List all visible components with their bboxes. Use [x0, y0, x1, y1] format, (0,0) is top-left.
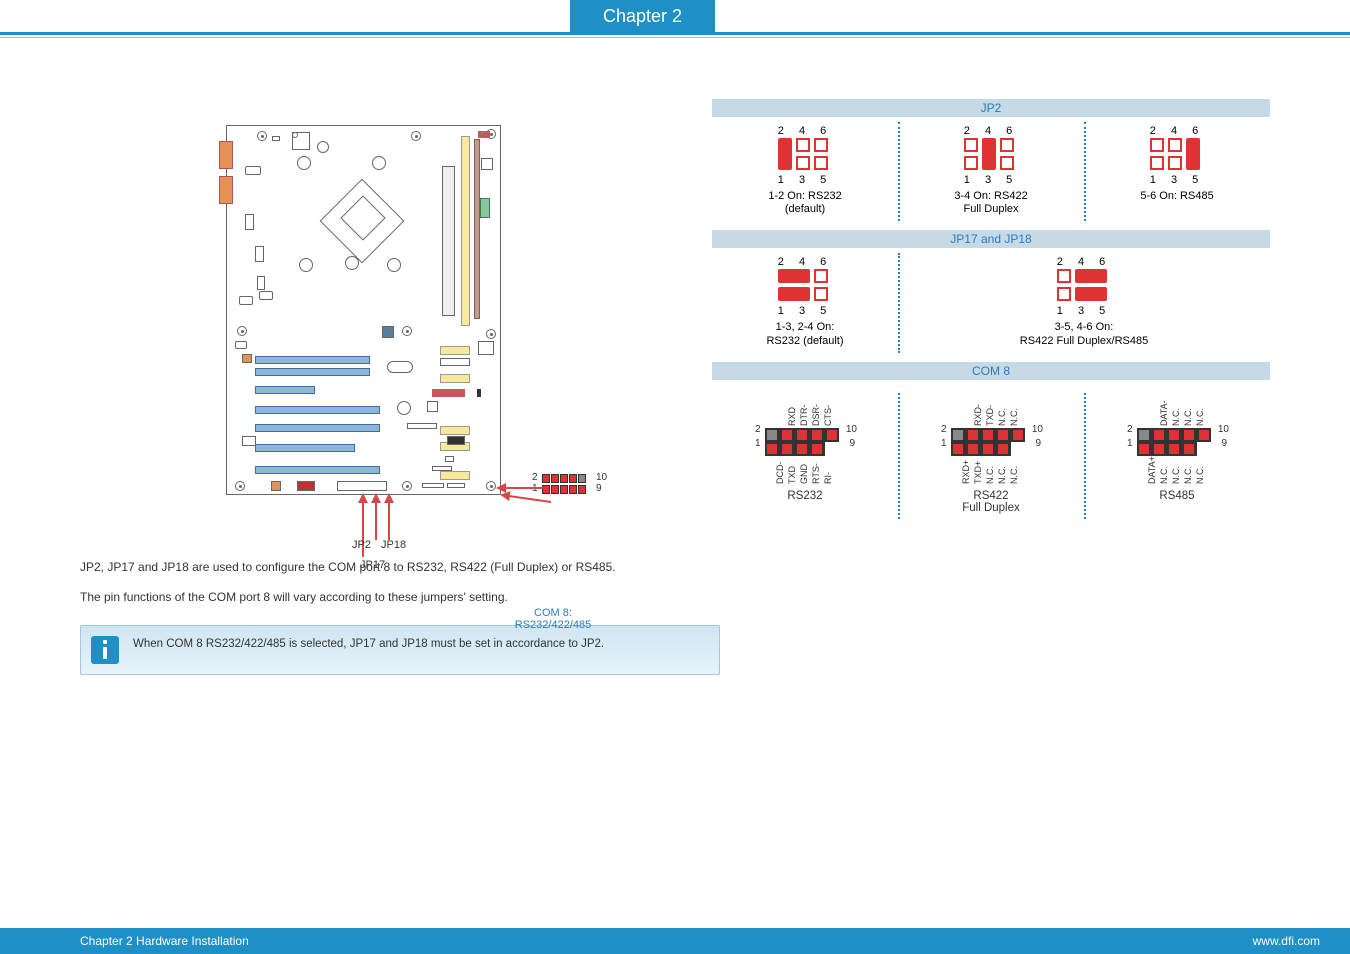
footer-right: www.dfi.com [1253, 934, 1320, 948]
jp2-panel-header: JP2 [712, 99, 1270, 117]
paragraph-2: The pin functions of the COM port 8 will… [80, 590, 672, 606]
pin-2-label: 2 [532, 472, 538, 483]
jp2-opt1-toprow: 2 4 6 [712, 125, 898, 137]
note-box: When COM 8 RS232/422/485 is selected, JP… [80, 625, 720, 675]
jp17-opt1-toprow: 2 4 6 [712, 256, 898, 268]
com8-rs485-pinout: x DATA- N.C. N.C. N.C. 2 1 [1129, 396, 1225, 502]
jp2-opt2-jumper-diagram [964, 137, 1018, 171]
jp17-opt2-desc: 3-5, 4-6 On:RS422 Full Duplex/RS485 [898, 321, 1270, 347]
jp2-opt1-jumper-diagram [778, 137, 832, 171]
jp17-callout-label: JP17 [360, 559, 385, 571]
pin-10-label: 10 [596, 472, 607, 483]
jp17-18-panel-header: JP17 and JP18 [712, 230, 1270, 248]
motherboard-diagram: 2 1 10 9 JP2 JP18 JP17 [226, 125, 526, 495]
footer-bar: Chapter 2 Hardware Installation www.dfi.… [0, 928, 1350, 954]
jp2-opt1-desc: 1-2 On: RS232(default) [712, 190, 898, 216]
jp17-opt1-botrow: 1 3 5 [712, 305, 898, 317]
jp2-opt1-botrow: 1 3 5 [712, 174, 898, 186]
jp2-callout-label: JP2 [352, 539, 371, 551]
jp17-opt1-jumper-diagram [778, 268, 832, 302]
jp17-opt2-jumper-diagram [1057, 268, 1111, 302]
jp2-opt2-botrow: 1 3 5 [898, 174, 1084, 186]
com8-callout-label: COM 8: RS232/422/485 [498, 607, 608, 631]
jp17-opt2-toprow: 2 4 6 [898, 256, 1270, 268]
top-stripe: Chapter 2 [0, 0, 1350, 35]
jp17-opt1-desc: 1-3, 2-4 On:RS232 (default) [712, 321, 898, 347]
note-text: When COM 8 RS232/422/485 is selected, JP… [133, 636, 604, 652]
chapter-tab: Chapter 2 [570, 0, 715, 35]
jp2-opt2-toprow: 2 4 6 [898, 125, 1084, 137]
jp2-opt2-desc: 3-4 On: RS422Full Duplex [898, 190, 1084, 216]
jp2-opt3-desc: 5-6 On: RS485 [1084, 190, 1270, 203]
info-icon [91, 636, 119, 664]
pin-9-label: 9 [596, 483, 602, 494]
jp17-opt2-botrow: 1 3 5 [898, 305, 1270, 317]
footer-left: Chapter 2 Hardware Installation [80, 934, 249, 948]
com8-rs232-pinout: x RXD DTR- DSR- CTS- 2 1 [757, 396, 853, 502]
jp2-opt3-toprow: 2 4 6 [1084, 125, 1270, 137]
jp2-opt3-botrow: 1 3 5 [1084, 174, 1270, 186]
com8-panel-header: COM 8 [712, 362, 1270, 380]
pin-1-label: 1 [532, 483, 538, 494]
jp18-callout-label: JP18 [381, 539, 406, 551]
com8-rs422-pinout: x RXD- TXD- N.C. N.C. 2 1 [943, 396, 1039, 514]
jp2-opt3-jumper-diagram [1150, 137, 1204, 171]
